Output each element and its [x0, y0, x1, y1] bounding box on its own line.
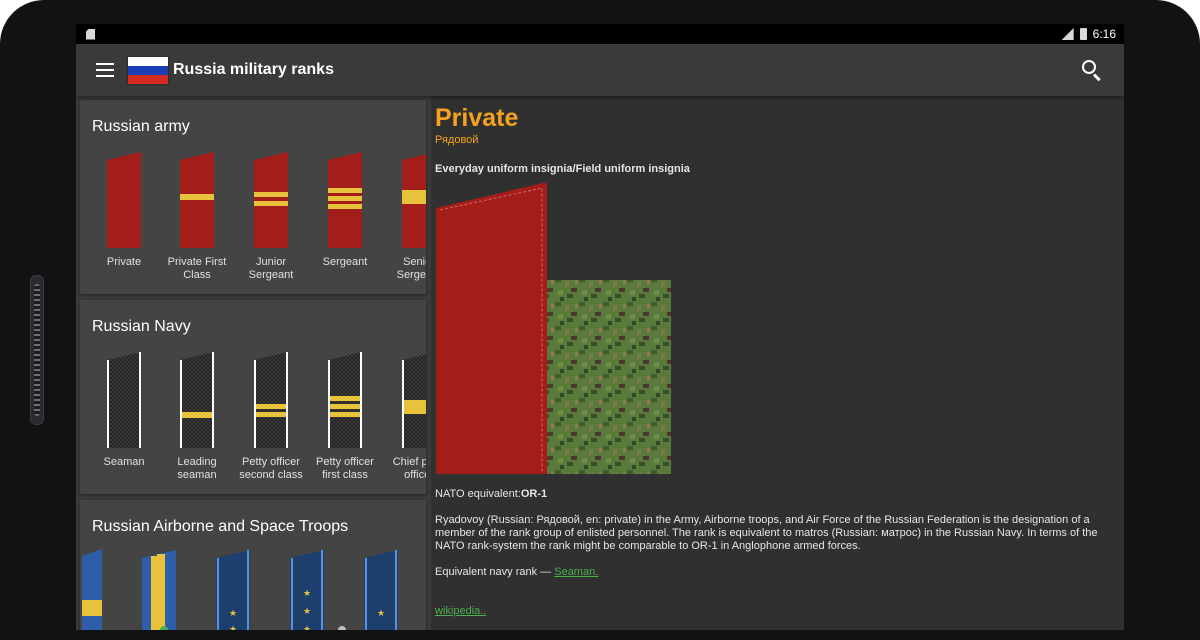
- rank-detail-panel: Private Рядовой Everyday uniform insigni…: [427, 96, 1124, 630]
- shoulder-board-seaman: [107, 352, 141, 448]
- sd-card-icon: [86, 28, 95, 40]
- nato-equivalent: NATO equivalent:OR-1: [435, 488, 547, 500]
- rank-label: Seaman: [103, 456, 145, 468]
- shoulder-board-private-first-class: [180, 152, 214, 248]
- svg-text:★: ★: [229, 625, 237, 630]
- side-button: [30, 275, 44, 425]
- battery-icon: [1079, 28, 1087, 40]
- section-title: Russian Navy: [92, 318, 191, 335]
- shoulder-board-leading-seaman: [180, 352, 214, 448]
- menu-icon[interactable]: [96, 63, 114, 77]
- wikipedia-link[interactable]: wikipedia..: [435, 605, 486, 617]
- shoulder-board-petty-officer-second-class: [254, 352, 288, 448]
- shoulder-board-junior-sergeant: [254, 152, 288, 248]
- svg-text:★: ★: [303, 589, 311, 599]
- rank-label: Petty officer second class: [239, 456, 303, 481]
- section-title: Russian army: [92, 118, 190, 135]
- section-title: Russian Airborne and Space Troops: [92, 518, 349, 535]
- search-icon[interactable]: [1080, 58, 1104, 82]
- clock: 6:16: [1092, 27, 1116, 41]
- signal-icon: [1061, 28, 1074, 40]
- svg-text:★: ★: [303, 625, 311, 630]
- wikipedia-link-container: wikipedia..: [435, 605, 486, 617]
- russia-flag-icon: [128, 56, 168, 84]
- section-card-army: Russian army Private Private First Class: [80, 100, 426, 294]
- rank-label: Junior Sergeant: [248, 256, 294, 281]
- screen: 6:16 Russia military ranks Russian army: [76, 24, 1124, 630]
- svg-text:★: ★: [229, 609, 237, 619]
- section-card-airborne: Russian Airborne and Space Troops ★ ★ ★ …: [80, 500, 426, 630]
- rank-list-panel[interactable]: Russian army Private Private First Class: [76, 96, 431, 630]
- rank-label: Leading seaman: [177, 456, 217, 481]
- nato-label: NATO equivalent:: [435, 488, 521, 500]
- app-title: Russia military ranks: [173, 61, 334, 78]
- rank-label: Private: [106, 256, 142, 268]
- tablet-device: 6:16 Russia military ranks Russian army: [0, 0, 1200, 640]
- svg-text:★: ★: [303, 607, 311, 617]
- shoulder-board-chief-petty-officer: [402, 354, 426, 448]
- app-bar: Russia military ranks: [76, 44, 1124, 96]
- section-card-navy: Russian Navy Seaman Leading seaman Petty…: [80, 300, 426, 494]
- nato-value: OR-1: [520, 488, 548, 500]
- rank-label: Senior Sergeant: [396, 256, 426, 281]
- seaman-link[interactable]: Seaman.: [554, 566, 598, 578]
- rank-subtitle: Рядовой: [435, 134, 479, 146]
- rank-label: Chief petty officer: [392, 456, 426, 481]
- rank-label: Sergeant: [322, 256, 368, 268]
- rank-label: Private First Class: [167, 256, 227, 281]
- rank-label: Petty officer first class: [316, 456, 374, 481]
- rank-description: Ryadovoy (Russian: Рядовой, en: private)…: [435, 514, 1098, 552]
- shoulder-board-senior-sergeant: [402, 154, 426, 248]
- shoulder-board-sergeant: [328, 152, 362, 248]
- shoulder-board-petty-officer-first-class: [328, 352, 362, 448]
- main-content: Russian army Private Private First Class: [76, 96, 1124, 630]
- airborne-shoulder-boards: ★ ★ ★ ★ ★ ★: [82, 549, 398, 630]
- status-bar: 6:16: [76, 24, 1124, 44]
- shoulder-board-private: [107, 152, 141, 248]
- rank-title: Private: [435, 104, 519, 132]
- svg-text:★: ★: [377, 609, 385, 619]
- insignia-image: [436, 182, 671, 474]
- insignia-caption: Everyday uniform insignia/Field uniform …: [435, 163, 690, 175]
- navy-equivalent-label: Equivalent navy rank —: [435, 566, 555, 578]
- navy-equivalent: Equivalent navy rank — Seaman.: [435, 566, 598, 578]
